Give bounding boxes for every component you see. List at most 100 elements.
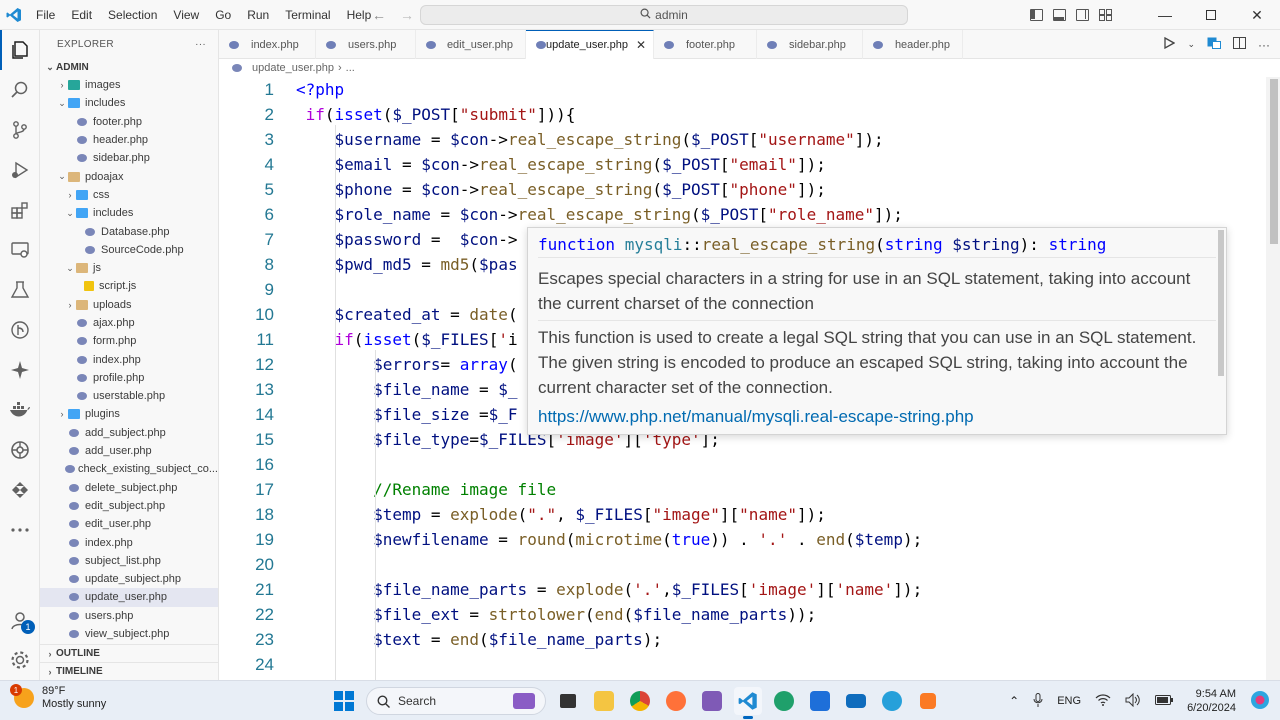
tab-users[interactable]: users.php (316, 30, 416, 59)
chevron-up-icon[interactable]: ⌃ (1009, 694, 1019, 708)
tab-sidebar[interactable]: sidebar.php (757, 30, 863, 59)
file-item[interactable]: SourceCode.php (40, 241, 218, 259)
menu-selection[interactable]: Selection (100, 0, 165, 30)
accounts-icon[interactable]: 1 (0, 600, 40, 640)
vscode-taskbar-icon[interactable] (734, 687, 762, 719)
run-debug-icon[interactable] (0, 150, 40, 190)
toggle-primary-sidebar-icon[interactable] (1030, 9, 1043, 21)
file-item[interactable]: add_subject.php (40, 424, 218, 442)
file-item[interactable]: script.js (40, 277, 218, 295)
code-line[interactable]: 3 $username = $con->real_escape_string($… (219, 127, 1259, 152)
file-item[interactable]: footer.php (40, 113, 218, 131)
windows-start-icon[interactable] (330, 687, 358, 715)
folder-item[interactable]: › plugins (40, 405, 218, 423)
documentation-link[interactable]: https://www.php.net/manual/mysqli.real-e… (538, 407, 1216, 427)
clock[interactable]: 9:54 AM 6/20/2024 (1187, 687, 1236, 715)
kubernetes-icon[interactable] (0, 430, 40, 470)
file-item[interactable]: edit_user.php (40, 515, 218, 533)
breadcrumb-rest[interactable]: ... (346, 62, 355, 74)
workspace-root[interactable]: ⌄ ADMIN (40, 58, 218, 76)
file-item[interactable]: users.php (40, 607, 218, 625)
menu-file[interactable]: File (28, 0, 63, 30)
folder-item[interactable]: ⌄ includes (40, 94, 218, 112)
file-item[interactable]: profile.php (40, 369, 218, 387)
forward-arrow-icon[interactable]: → (400, 7, 414, 23)
manage-gear-icon[interactable] (0, 640, 40, 680)
source-control-icon[interactable] (0, 110, 40, 150)
azure-icon[interactable] (0, 470, 40, 510)
minimize-icon[interactable]: — (1142, 0, 1188, 30)
menu-go[interactable]: Go (207, 0, 239, 30)
file-item[interactable]: check_existing_subject_co... (40, 460, 218, 478)
edge-icon[interactable] (770, 687, 798, 715)
copilot-icon[interactable] (878, 687, 906, 715)
file-item[interactable]: view_subject.php (40, 625, 218, 643)
file-item[interactable]: subject_list.php (40, 552, 218, 570)
file-item[interactable]: index.php (40, 533, 218, 551)
weather-widget[interactable]: 1 89°F Mostly sunny (10, 684, 106, 711)
tab-header[interactable]: header.php (863, 30, 963, 59)
file-item[interactable]: form.php (40, 332, 218, 350)
file-item[interactable]: sidebar.php (40, 149, 218, 167)
menu-view[interactable]: View (165, 0, 207, 30)
tab-update-user[interactable]: update_user.php ✕ (526, 30, 654, 59)
code-line[interactable]: 1 <?php (219, 77, 1259, 102)
mail-icon[interactable] (842, 687, 870, 715)
folder-item[interactable]: ⌄ js (40, 259, 218, 277)
visual-studio-icon[interactable] (698, 687, 726, 715)
task-view-icon[interactable] (554, 687, 582, 715)
folder-item[interactable]: › images (40, 76, 218, 94)
tab-index[interactable]: index.php (219, 30, 316, 59)
folder-item[interactable]: ⌄ pdoajax (40, 167, 218, 185)
code-line[interactable]: 6 $role_name = $con->real_escape_string(… (219, 202, 1259, 227)
chrome-icon[interactable] (626, 687, 654, 715)
maximize-icon[interactable] (1188, 0, 1234, 30)
file-item[interactable]: add_user.php (40, 442, 218, 460)
command-center[interactable]: admin (420, 5, 908, 25)
extensions-icon[interactable] (0, 190, 40, 230)
search-icon[interactable] (0, 70, 40, 110)
split-editor-icon[interactable] (1233, 37, 1246, 52)
file-item[interactable]: update_user.php (40, 588, 218, 607)
back-arrow-icon[interactable]: ← (372, 7, 386, 23)
language-indicator[interactable]: ENG (1057, 695, 1081, 707)
testing-icon[interactable] (0, 270, 40, 310)
file-item[interactable]: delete_subject.php (40, 479, 218, 497)
remote-explorer-icon[interactable] (0, 230, 40, 270)
ai-sparkle-icon[interactable] (0, 350, 40, 390)
file-item[interactable]: index.php (40, 350, 218, 368)
chevron-down-icon[interactable]: ⌄ (1187, 39, 1195, 50)
xampp-icon[interactable] (914, 687, 942, 715)
tab-edit-user[interactable]: edit_user.php (416, 30, 526, 59)
folder-item[interactable]: › css (40, 186, 218, 204)
gitlens-icon[interactable] (0, 310, 40, 350)
compare-changes-icon[interactable] (1207, 37, 1221, 52)
code-line[interactable]: 2 if(isset($_POST["submit"])){ (219, 102, 1259, 127)
file-item[interactable]: userstable.php (40, 387, 218, 405)
tab-footer[interactable]: footer.php (654, 30, 757, 59)
more-views-icon[interactable] (0, 510, 40, 550)
hover-scrollbar[interactable] (1218, 230, 1224, 376)
file-item[interactable]: Database.php (40, 222, 218, 240)
volume-icon[interactable] (1125, 692, 1141, 710)
file-item[interactable]: update_subject.php (40, 570, 218, 588)
wifi-icon[interactable] (1095, 693, 1111, 709)
store-icon[interactable] (806, 687, 834, 715)
explorer-icon[interactable] (0, 30, 40, 70)
more-actions-icon[interactable]: ··· (1258, 38, 1270, 52)
file-explorer-icon[interactable] (590, 687, 618, 715)
copilot-tray-icon[interactable] (1250, 690, 1270, 713)
menu-terminal[interactable]: Terminal (277, 0, 338, 30)
code-line[interactable]: 5 $phone = $con->real_escape_string($_PO… (219, 177, 1259, 202)
file-item[interactable]: header.php (40, 131, 218, 149)
breadcrumb-file[interactable]: update_user.php (252, 62, 334, 74)
file-item[interactable]: edit_subject.php (40, 497, 218, 515)
microphone-icon[interactable] (1033, 692, 1043, 710)
run-icon[interactable] (1163, 36, 1176, 52)
timeline-section[interactable]: › TIMELINE (40, 662, 218, 680)
menu-run[interactable]: Run (239, 0, 277, 30)
docker-icon[interactable] (0, 390, 40, 430)
folder-item[interactable]: ⌄ includes (40, 204, 218, 222)
taskbar-search[interactable]: Search (366, 687, 546, 715)
folder-item[interactable]: › uploads (40, 296, 218, 314)
